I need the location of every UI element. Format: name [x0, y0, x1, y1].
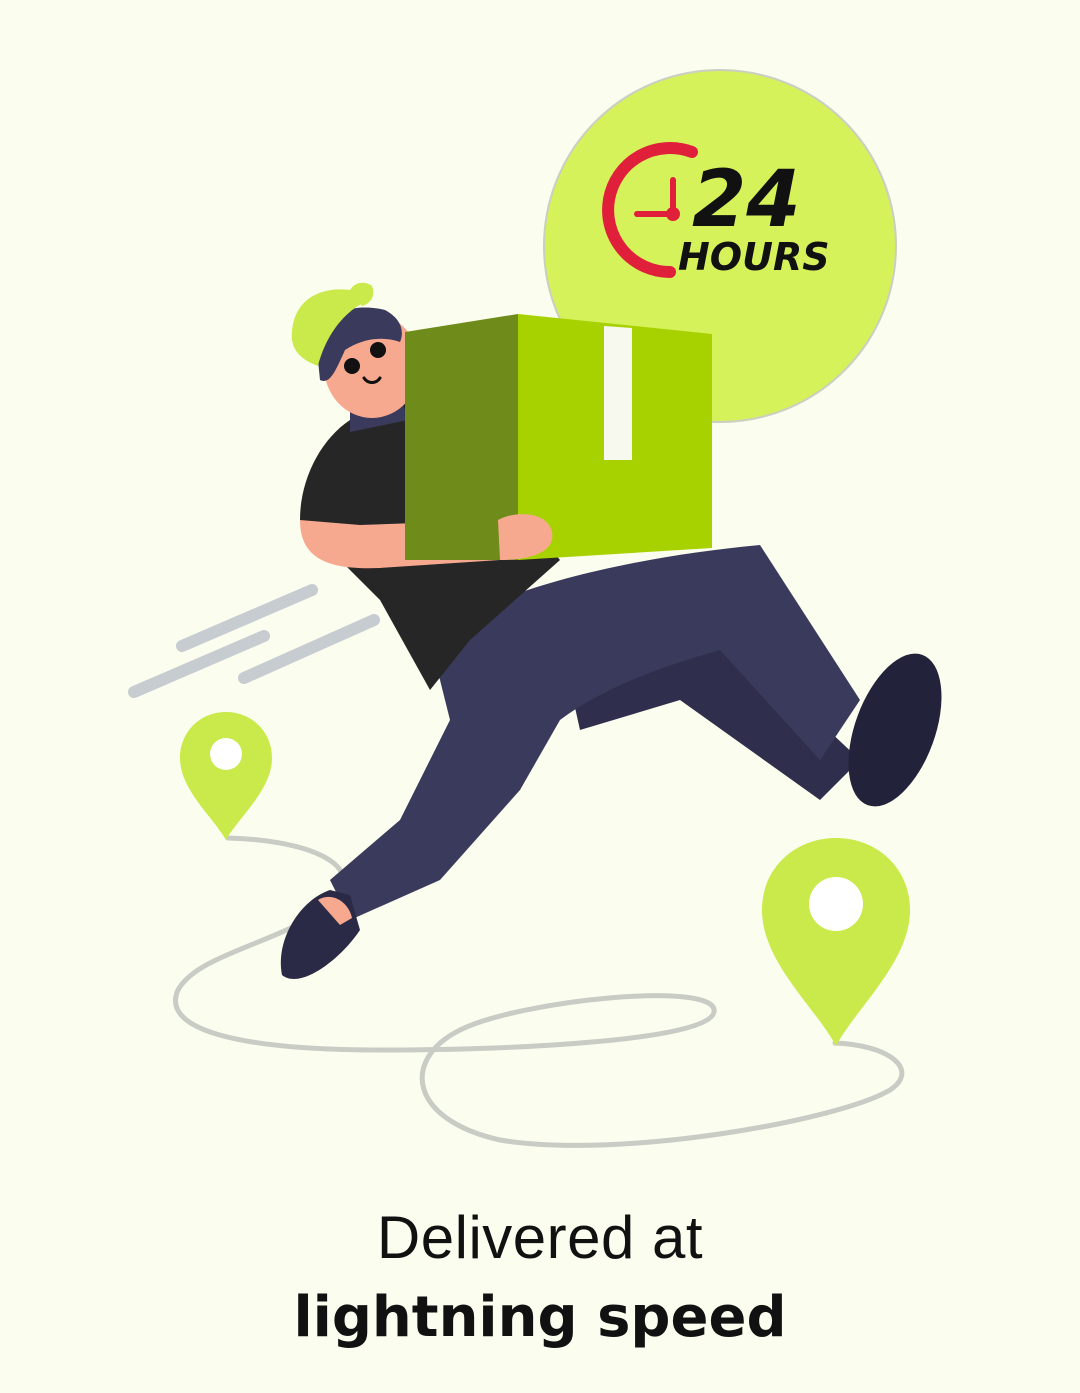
location-pin-icon [762, 838, 910, 1046]
badge-number: 24 [692, 155, 801, 245]
delivery-onboarding-screen: 24 HOURS Delivered at lightning speed [0, 0, 1080, 1393]
badge-unit: HOURS [678, 235, 830, 279]
caption-title: Delivered at [376, 1204, 704, 1271]
caption: Delivered at lightning speed [0, 1200, 1080, 1360]
location-pin-icon [180, 712, 272, 840]
delivery-illustration: 24 HOURS [128, 69, 942, 1148]
package-box-icon [405, 314, 712, 560]
caption-subtitle: lightning speed [293, 1285, 787, 1350]
speed-lines [128, 584, 380, 698]
